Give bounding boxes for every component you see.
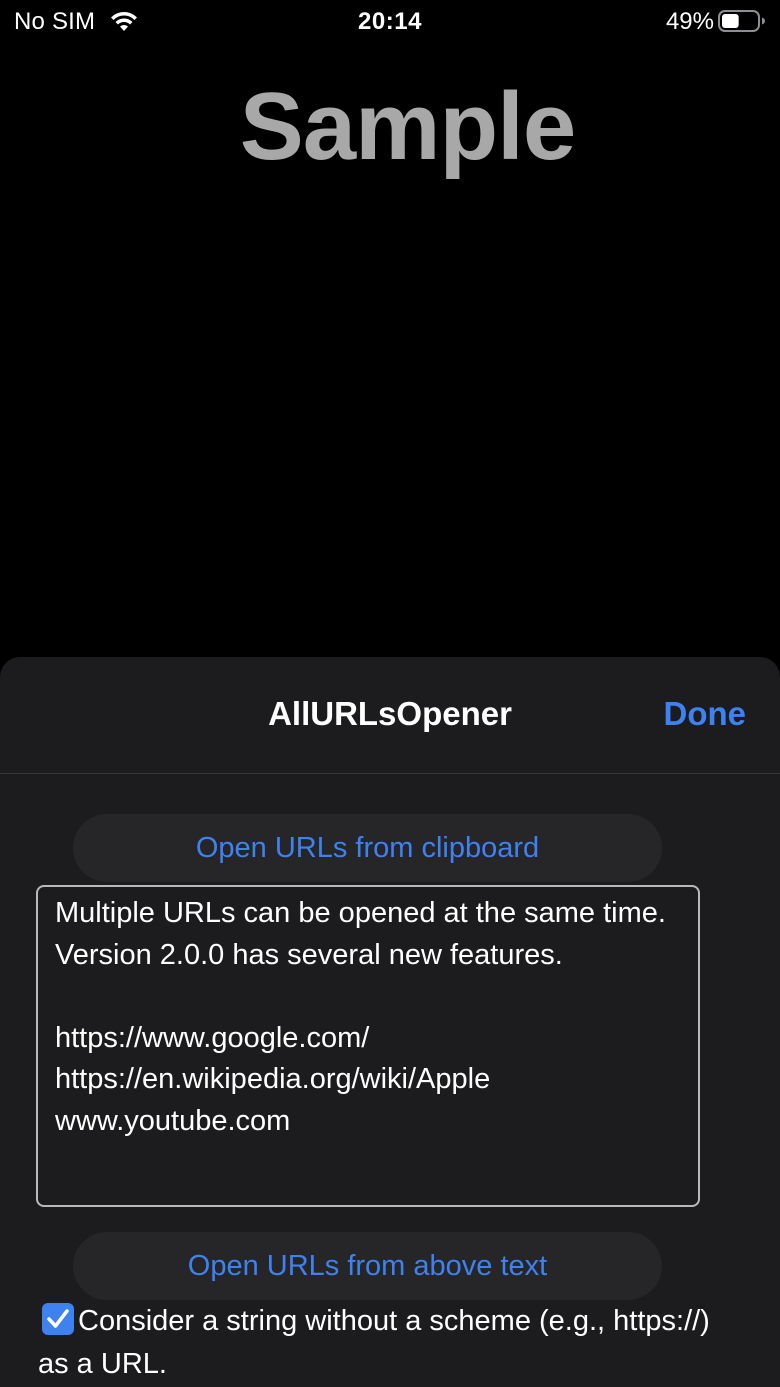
scheme-checkbox[interactable] [42, 1303, 74, 1335]
screen: No SIM 20:14 49% Sample AllURLsOpener Do… [0, 0, 780, 1387]
open-clipboard-button[interactable]: Open URLs from clipboard [73, 814, 662, 882]
scheme-checkbox-label: Consider a string without a scheme (e.g.… [38, 1305, 710, 1380]
clock: 20:14 [358, 8, 422, 35]
battery-percent: 49% [665, 8, 714, 35]
sheet-header: AllURLsOpener Done [0, 657, 780, 774]
battery-icon [718, 10, 766, 32]
url-text-area[interactable]: Multiple URLs can be opened at the same … [36, 885, 700, 1207]
bottom-sheet: AllURLsOpener Done Open URLs from clipbo… [0, 657, 780, 1387]
scheme-option-row: Consider a string without a scheme (e.g.… [38, 1300, 738, 1386]
done-button[interactable]: Done [664, 695, 747, 733]
open-text-button[interactable]: Open URLs from above text [73, 1232, 662, 1300]
status-bar: No SIM 20:14 49% [0, 0, 780, 44]
checkmark-icon [47, 1309, 69, 1328]
background-title: Sample [239, 73, 576, 180]
